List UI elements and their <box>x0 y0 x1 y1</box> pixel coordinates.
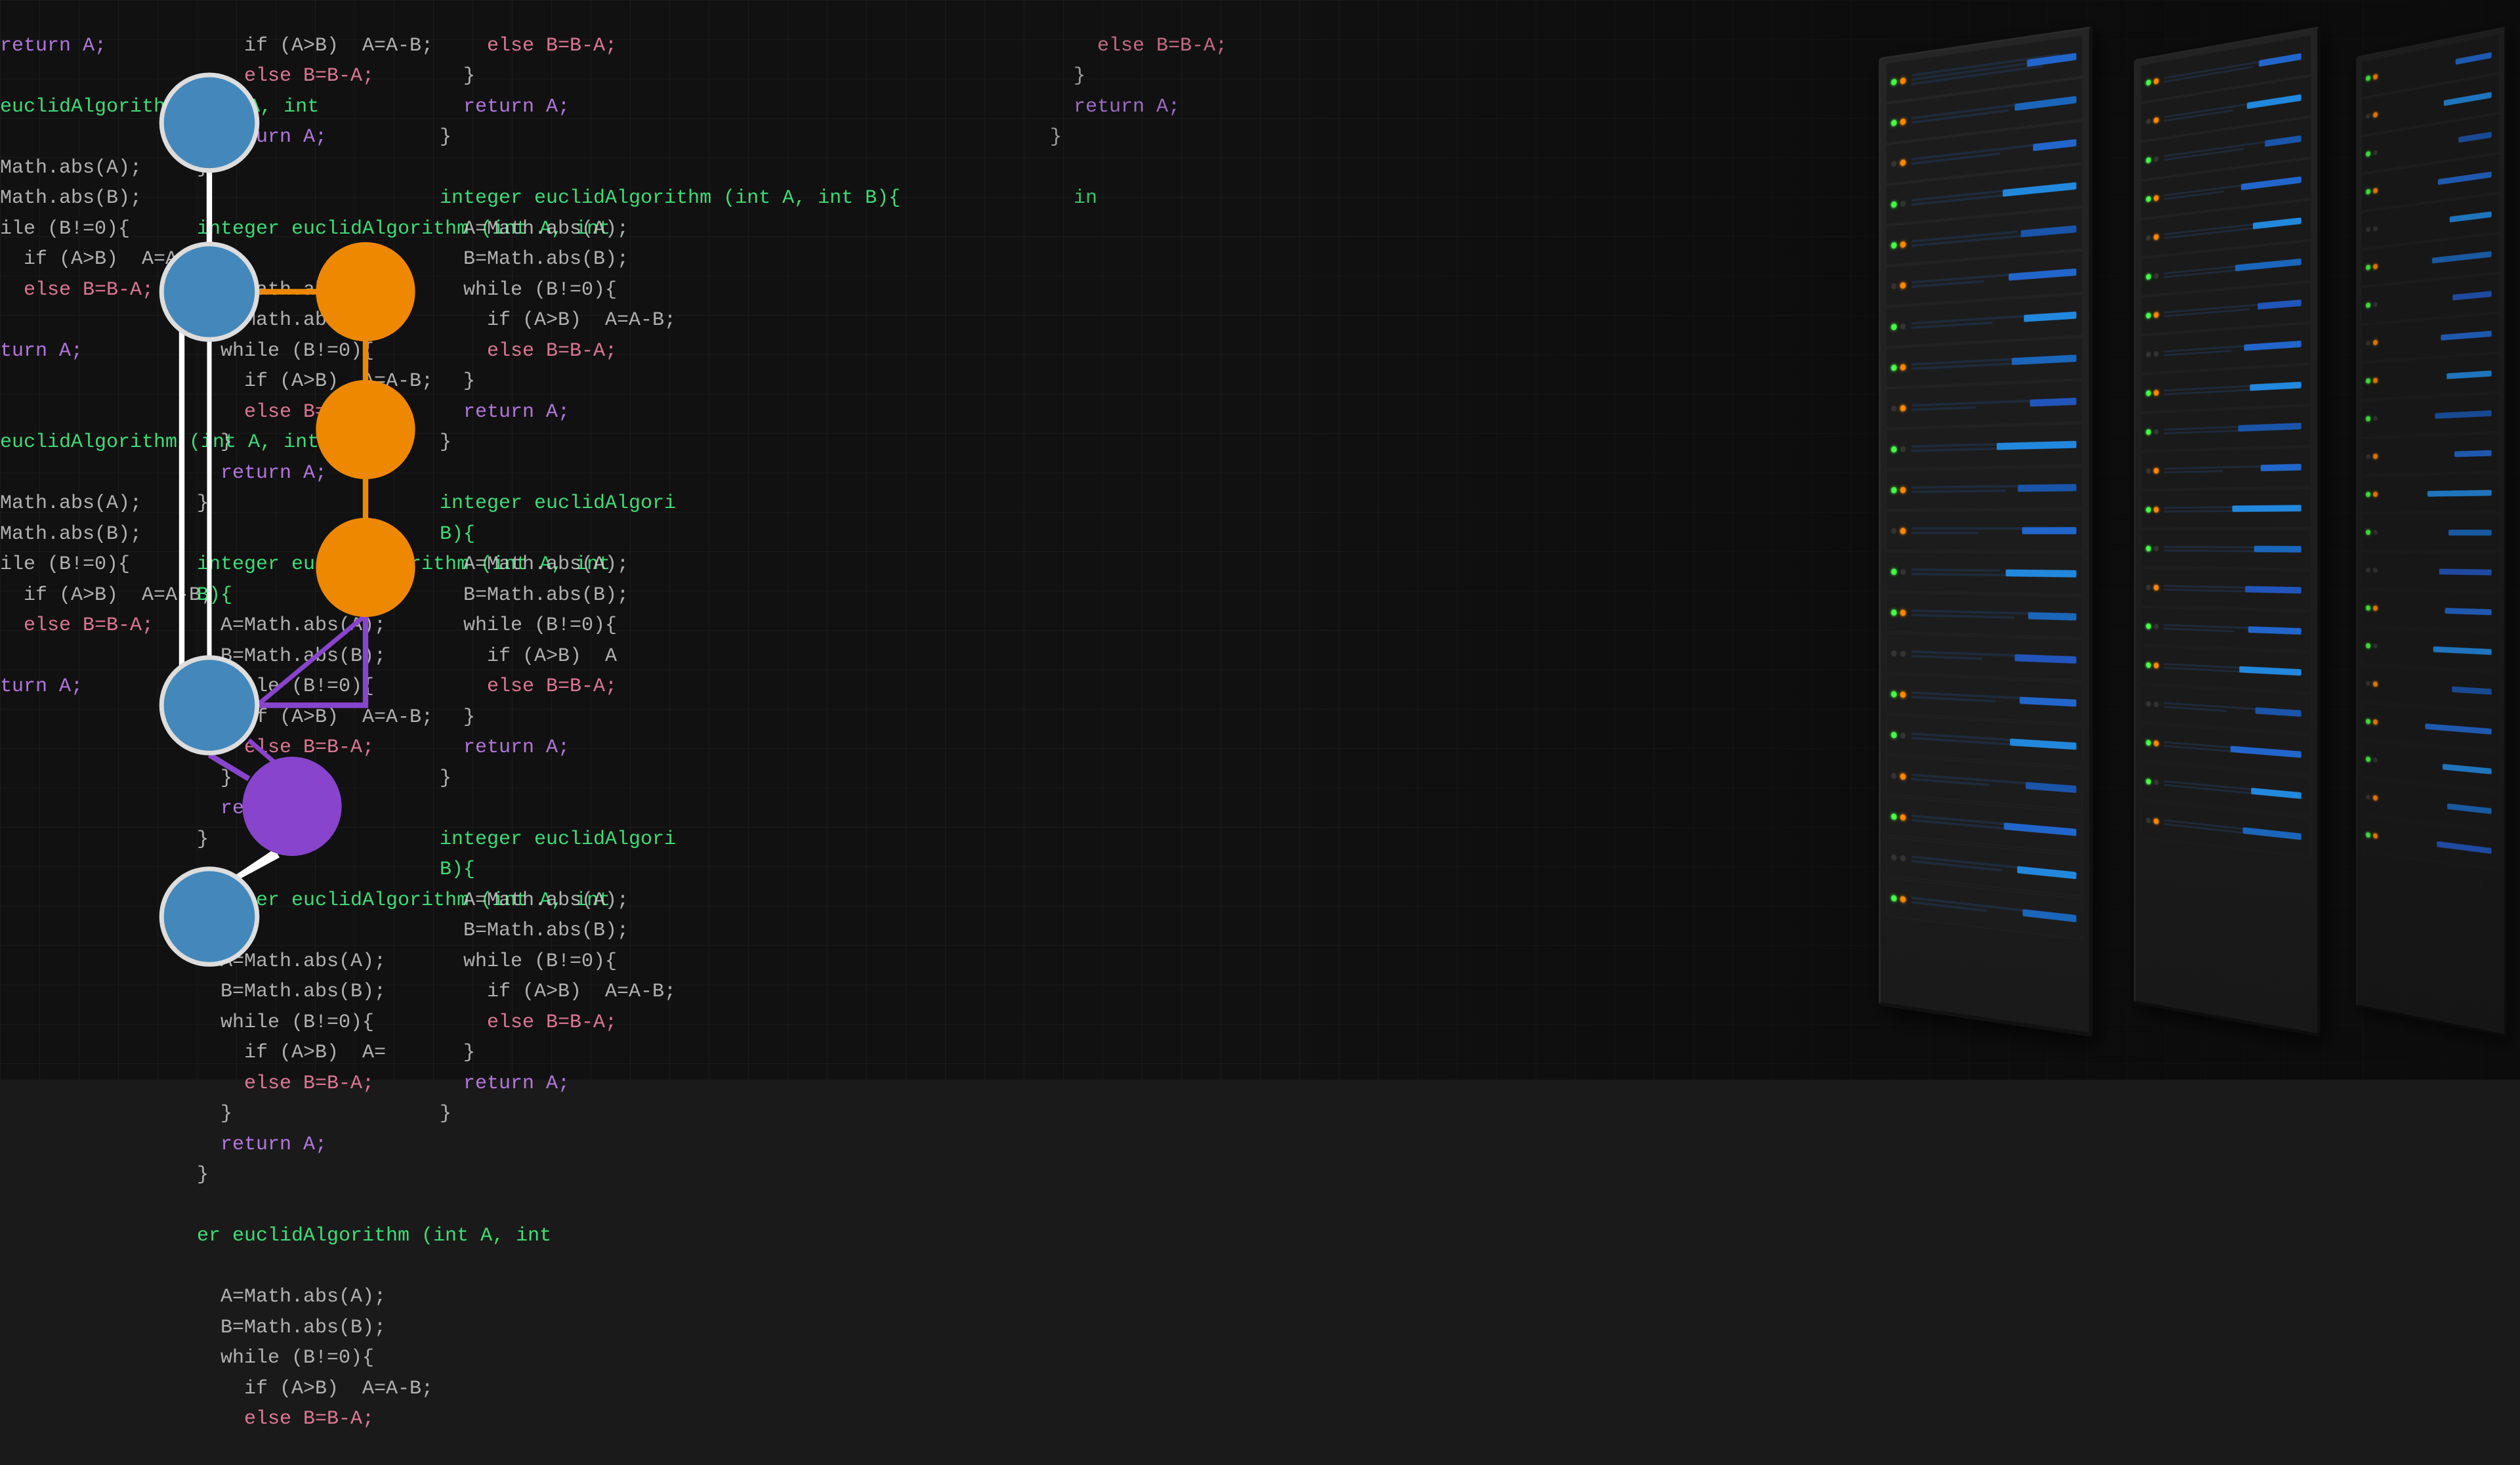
server-rack-3 <box>2356 26 2507 1037</box>
server-rack-1 <box>1879 26 2093 1037</box>
server-rack-scene <box>1273 0 2520 1080</box>
server-rack-2 <box>2134 26 2320 1037</box>
flow-graph <box>39 0 499 1080</box>
